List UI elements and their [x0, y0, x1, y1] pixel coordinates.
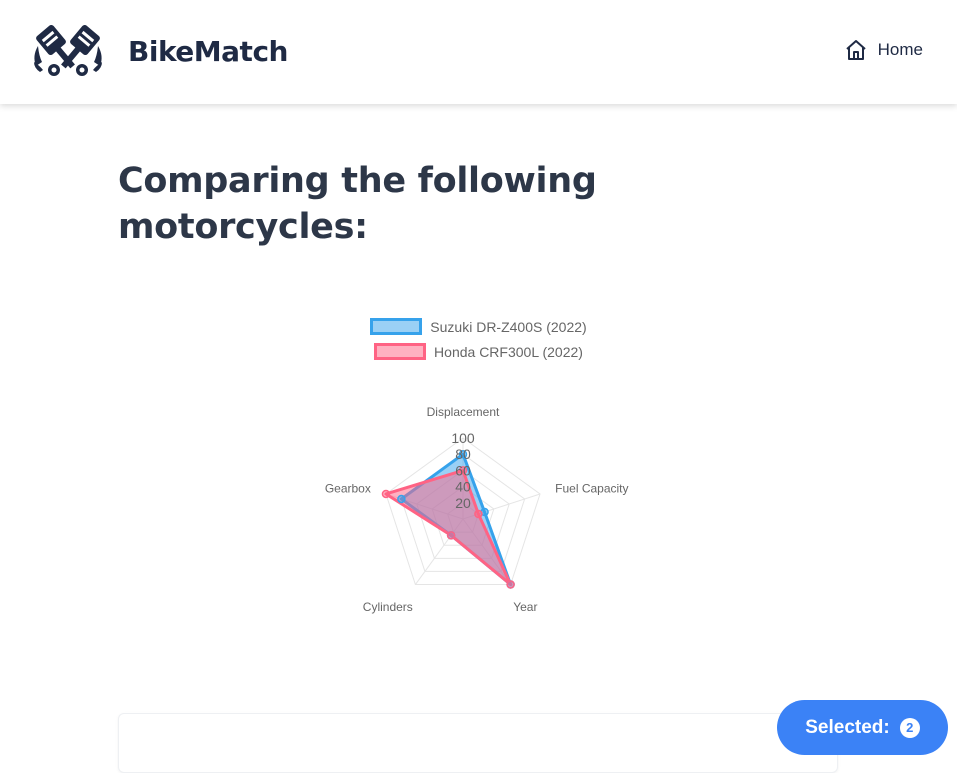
radar-series-area-1 — [384, 468, 513, 587]
radar-point-1-3 — [446, 531, 456, 540]
radar-point-1-1 — [474, 509, 483, 519]
radar-axis-label-1: Fuel Capacity — [555, 481, 628, 495]
navbar: BikeMatch Home — [0, 0, 957, 104]
radar-axis-label-4: Gearbox — [325, 481, 371, 495]
radar-point-1-4 — [381, 489, 391, 499]
radar-axis-label-0: Displacement — [427, 405, 500, 419]
radar-tick-label-4: 100 — [451, 430, 475, 446]
brand-link[interactable]: BikeMatch — [30, 22, 288, 80]
home-link[interactable]: Home — [844, 38, 923, 62]
page-title: Comparing the following motorcycles: — [118, 161, 597, 247]
selected-bikes-button[interactable]: Selected: 2 — [777, 700, 948, 755]
radar-tick-label-3: 80 — [455, 446, 471, 462]
comparison-card — [118, 713, 838, 773]
selected-label: Selected: — [805, 716, 890, 738]
legend-item-series-1[interactable]: Honda CRF300L (2022) — [374, 343, 583, 360]
radar-tick-label-0: 20 — [455, 495, 471, 511]
home-label: Home — [877, 40, 923, 59]
chart-legend: Suzuki DR-Z400S (2022) Honda CRF300L (20… — [0, 318, 957, 360]
radar-point-1-2 — [506, 580, 515, 589]
legend-label-series-1: Honda CRF300L (2022) — [434, 343, 583, 360]
brand-name: BikeMatch — [128, 34, 288, 68]
radar-chart: 20406080100 Displacement Fuel Capacity Year… — [325, 405, 629, 614]
radar-tick-label-1: 40 — [455, 479, 471, 495]
legend-label-series-0: Suzuki DR-Z400S (2022) — [430, 318, 587, 335]
radar-tick-label-2: 60 — [455, 462, 471, 478]
radar-axis-label-2: Year — [513, 600, 537, 614]
home-icon — [845, 40, 866, 60]
legend-swatch-series-1 — [374, 343, 427, 360]
radar-axis-label-3: Cylinders — [363, 600, 413, 614]
legend-item-series-0[interactable]: Suzuki DR-Z400S (2022) — [370, 318, 587, 335]
selected-count-badge: 2 — [899, 717, 920, 738]
radar-point-0-4 — [397, 494, 406, 504]
legend-swatch-series-0 — [370, 318, 423, 335]
crossed-pistons-logo-icon — [34, 24, 102, 76]
